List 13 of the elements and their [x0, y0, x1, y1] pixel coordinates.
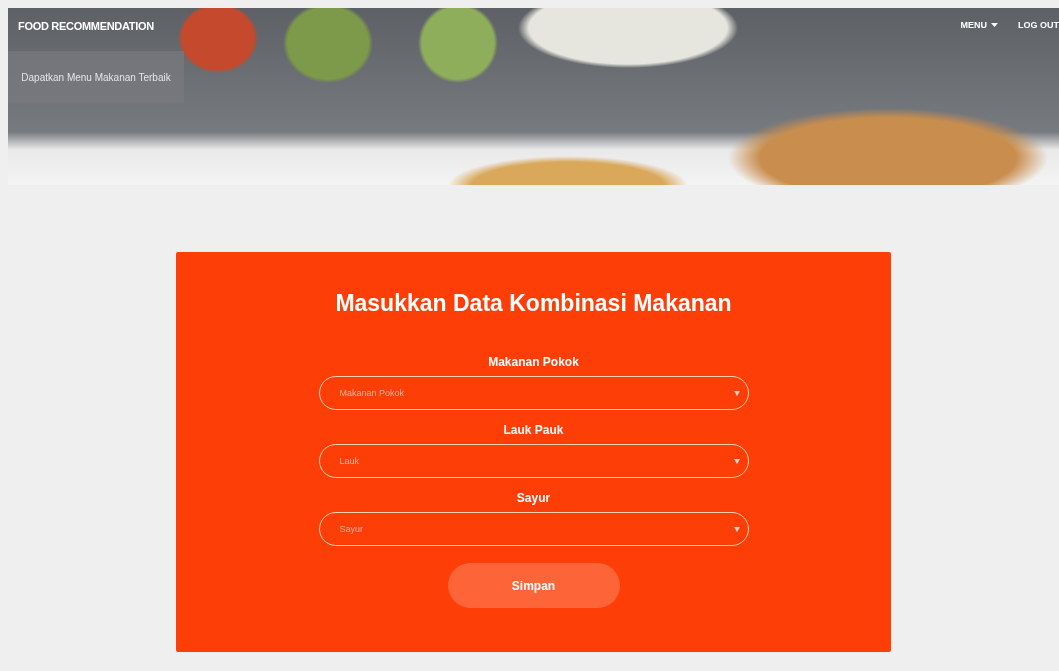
caret-icon: [991, 23, 998, 27]
dropdown-arrow-icon: [733, 390, 740, 396]
tagline-panel: Dapatkan Menu Makanan Terbaik: [8, 51, 184, 103]
logout-link[interactable]: LOG OUT: [1018, 20, 1059, 30]
field-label: Sayur: [516, 491, 551, 505]
form-title: Masukkan Data Kombinasi Makanan: [335, 290, 732, 317]
field-label: Makanan Pokok: [488, 355, 579, 369]
menu-dropdown[interactable]: MENU: [960, 20, 998, 30]
save-button[interactable]: Simpan: [447, 563, 620, 608]
field-label: Lauk Pauk: [503, 423, 564, 437]
dropdown-arrow-icon: [733, 458, 740, 464]
dropdown-arrow-icon: [733, 526, 740, 532]
brand-title[interactable]: FOOD RECOMMENDATION: [18, 20, 154, 32]
